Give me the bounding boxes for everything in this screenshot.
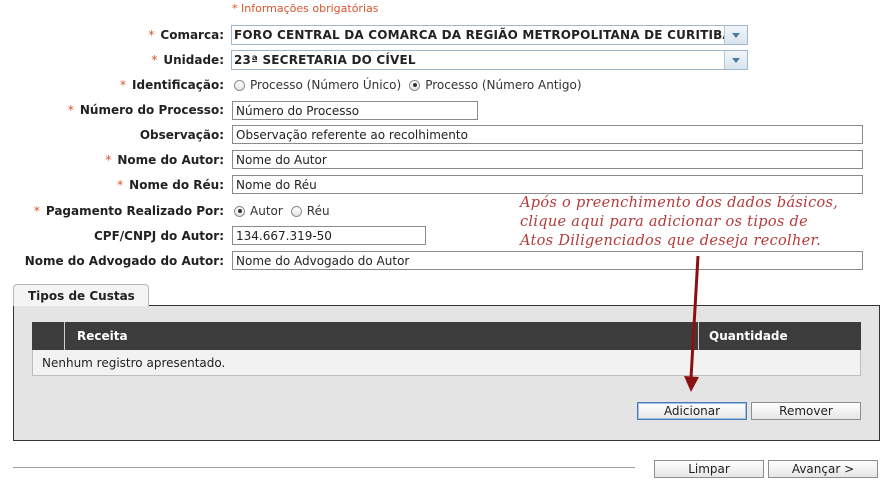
nome-reu-label: * Nome do Réu: <box>117 178 224 192</box>
radio-pagamento-autor[interactable] <box>234 205 245 217</box>
cpf-cnpj-label: CPF/CNPJ do Autor: <box>93 229 224 243</box>
radio-label-autor: Autor <box>250 204 283 218</box>
annotation-line-1: Após o preenchimento dos dados básicos, <box>520 195 839 211</box>
footer-divider <box>13 467 635 468</box>
radio-processo-numero-antigo[interactable] <box>409 79 421 91</box>
column-header-quantidade[interactable]: Quantidade <box>709 329 788 343</box>
radio-processo-numero-unico[interactable] <box>234 79 245 91</box>
unidade-select[interactable]: 23ª SECRETARIA DO CÍVEL <box>231 50 748 70</box>
numero-processo-input[interactable] <box>232 101 478 120</box>
identificacao-label: * Identificação: <box>120 78 224 92</box>
nome-advogado-label: Nome do Advogado do Autor: <box>24 254 224 268</box>
radio-label-numero-unico: Processo (Número Único) <box>250 78 402 92</box>
cpf-cnpj-input[interactable] <box>232 226 426 245</box>
comarca-select[interactable]: FORO CENTRAL DA COMARCA DA REGIÃO METROP… <box>231 25 748 45</box>
clear-button[interactable]: Limpar <box>654 460 764 478</box>
unidade-value: 23ª SECRETARIA DO CÍVEL <box>234 53 416 67</box>
chevron-down-icon[interactable] <box>724 51 747 69</box>
nome-reu-input[interactable] <box>232 175 863 194</box>
nome-advogado-input[interactable] <box>232 251 863 270</box>
custas-table-body: Nenhum registro apresentado. <box>32 350 861 376</box>
empty-message: Nenhum registro apresentado. <box>42 356 226 370</box>
comarca-label: * Comarca: <box>148 28 224 42</box>
numero-processo-label: * Número do Processo: <box>67 103 224 117</box>
custas-table-header: Receita Quantidade <box>32 322 861 350</box>
column-divider <box>64 322 65 350</box>
column-header-receita[interactable]: Receita <box>77 329 128 343</box>
annotation-line-3: Atos Diligenciados que deseja recolher. <box>520 233 822 249</box>
add-button[interactable]: Adicionar <box>637 402 747 420</box>
nome-autor-label: * Nome do Autor: <box>105 153 224 167</box>
annotation-arrow-icon <box>684 255 700 392</box>
observacao-label: Observação: <box>139 128 224 142</box>
observacao-input[interactable] <box>232 125 863 144</box>
unidade-label: * Unidade: <box>151 53 224 67</box>
identificacao-radio-group: Processo (Número Único) Processo (Número… <box>234 78 590 92</box>
pagamento-radio-group: Autor Réu <box>234 204 338 218</box>
pagamento-label: * Pagamento Realizado Por: <box>33 204 224 218</box>
required-fields-note: * Informações obrigatórias <box>232 2 379 15</box>
chevron-down-icon[interactable] <box>724 26 747 44</box>
radio-label-numero-antigo: Processo (Número Antigo) <box>425 78 582 92</box>
next-button[interactable]: Avançar > <box>768 460 878 478</box>
radio-label-reu: Réu <box>306 204 330 218</box>
nome-autor-input[interactable] <box>232 150 863 169</box>
tab-tipos-de-custas[interactable]: Tipos de Custas <box>13 284 149 306</box>
remove-button[interactable]: Remover <box>751 402 861 420</box>
annotation-line-2: clique aqui para adicionar os tipos de <box>520 214 808 230</box>
radio-pagamento-reu[interactable] <box>290 205 302 217</box>
comarca-value: FORO CENTRAL DA COMARCA DA REGIÃO METROP… <box>234 28 733 42</box>
